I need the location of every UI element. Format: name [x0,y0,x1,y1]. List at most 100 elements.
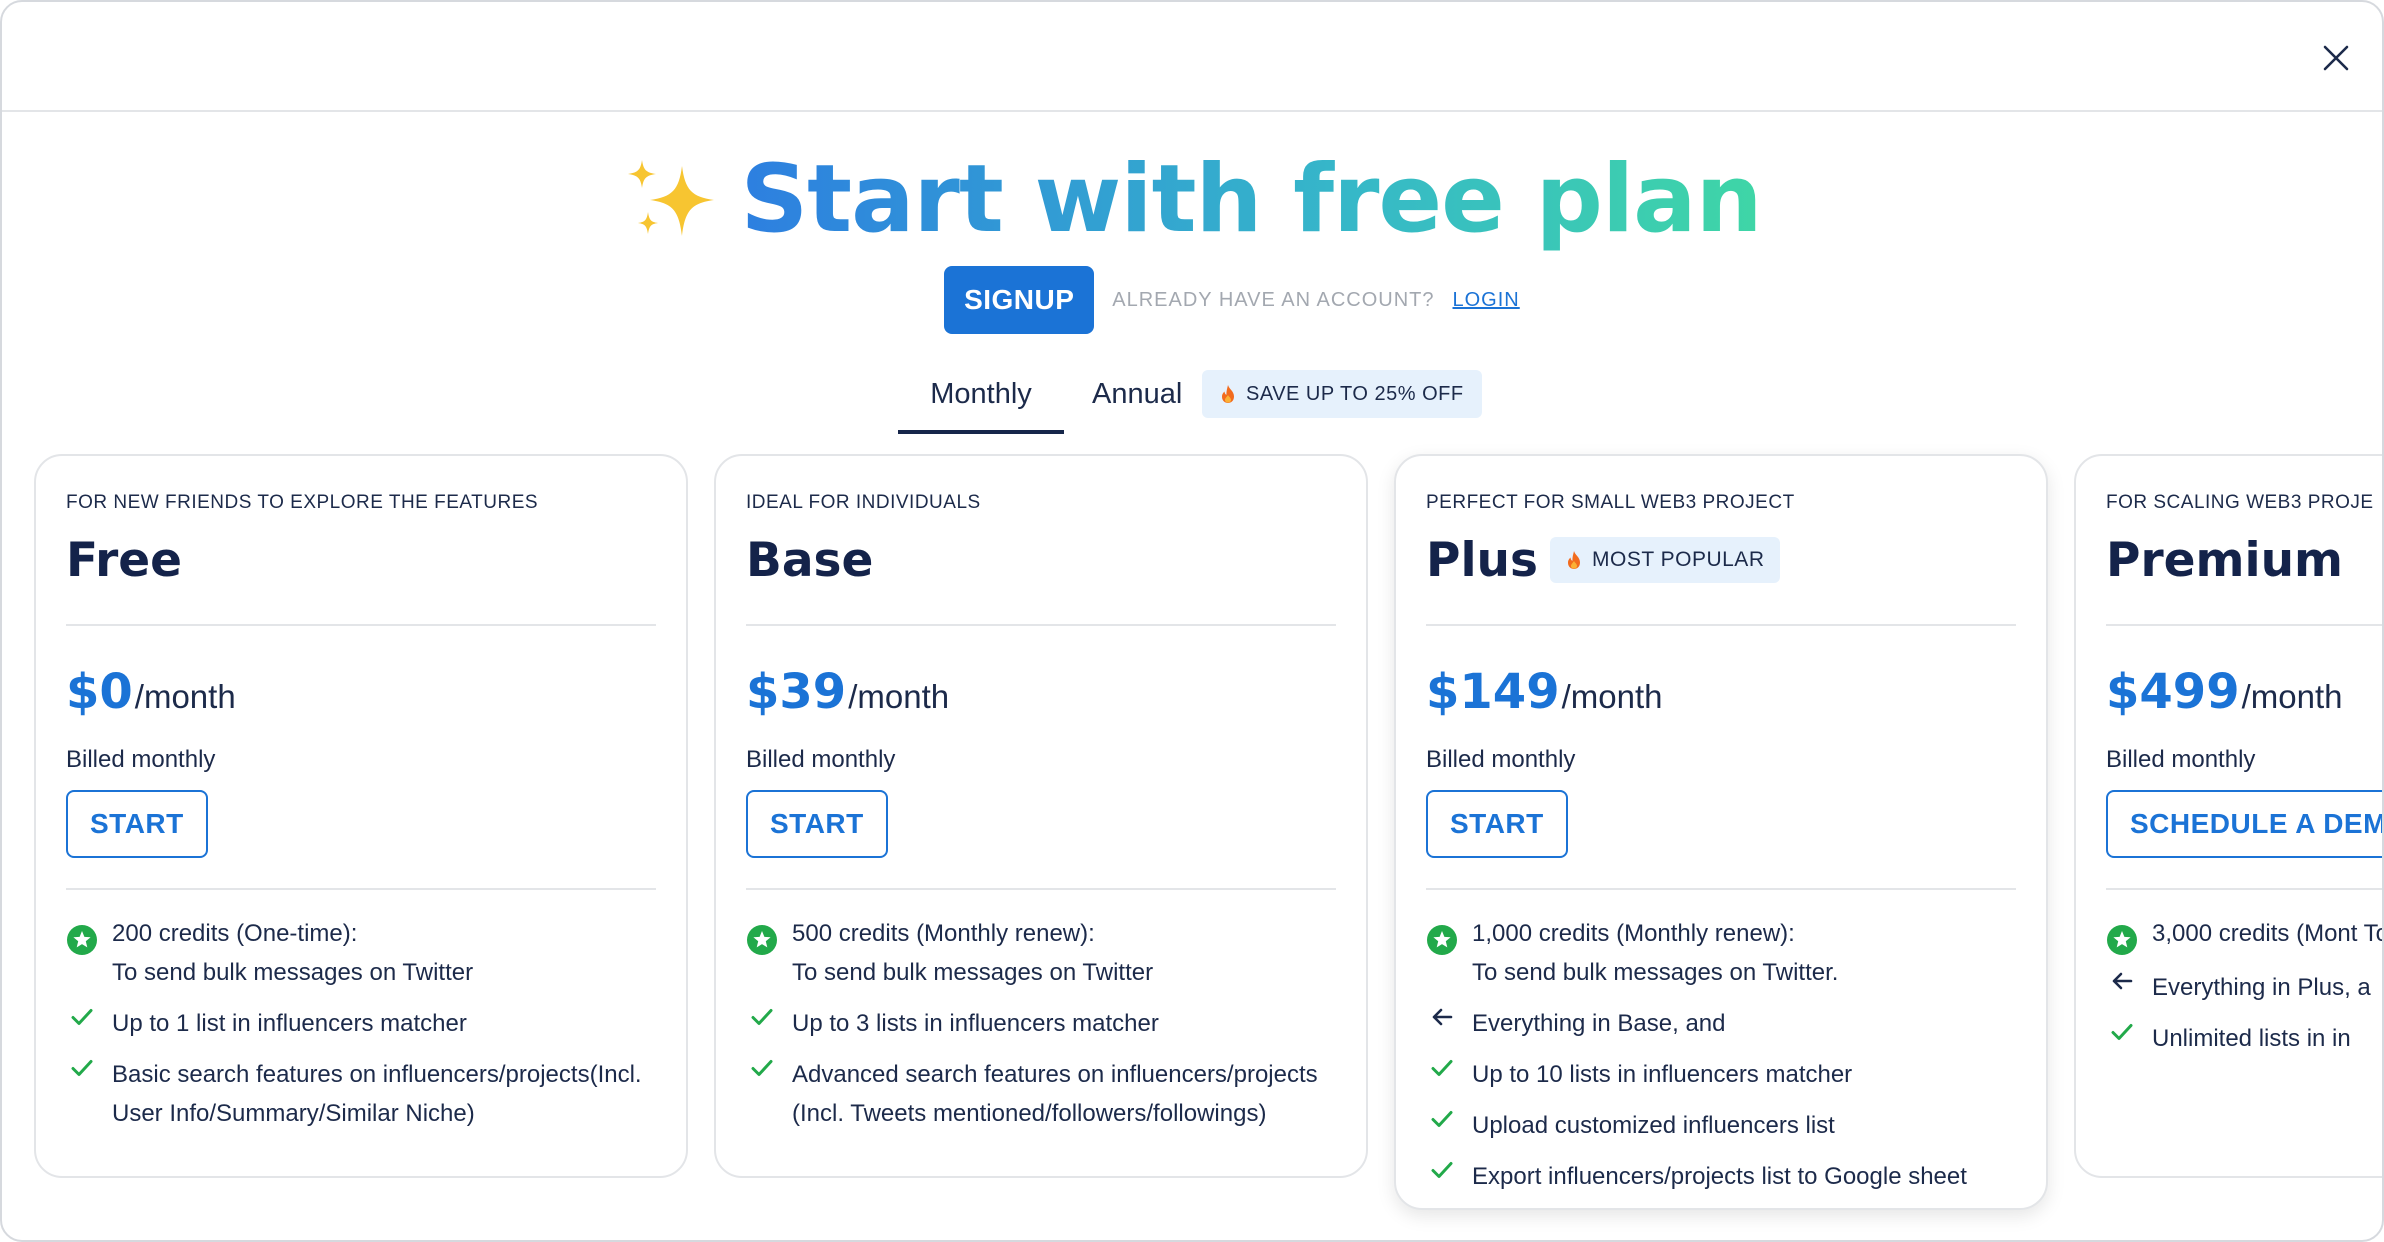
login-link[interactable]: LOGIN [1453,289,1520,312]
plan-subtitle: PERFECT FOR SMALL WEB3 PROJECT [1426,492,1795,513]
check-icon [1426,1106,1458,1128]
plan-subtitle: FOR NEW FRIENDS TO EXPLORE THE FEATURES [66,492,539,513]
feature-item: 3,000 credits (Mont To send bulk messa [2106,914,2382,956]
plan-price: $499 [2106,664,2240,720]
fire-icon [1568,551,1580,569]
start-button-free[interactable]: START [66,790,208,858]
most-popular-badge: MOST POPULAR [1550,537,1781,583]
pricing-modal: Start with free plan SIGNUP ALREADY HAVE… [0,0,2384,1242]
feature-item: 200 credits (One-time): To send bulk mes… [66,914,656,992]
feature-list: 1,000 credits (Monthly renew): To send b… [1426,914,2016,1196]
plan-card-free: FOR NEW FRIENDS TO EXPLORE THE FEATURES … [34,454,688,1178]
billed-text: Billed monthly [66,746,216,773]
feature-text: Upload customized influencers list [1472,1112,1835,1139]
feature-item: Up to 3 lists in influencers matcher [746,1004,1336,1043]
feature-text: Unlimited lists in in [2152,1025,2351,1052]
divider [66,624,656,626]
feature-text: Up to 1 list in influencers matcher [112,1010,467,1037]
schedule-demo-button[interactable]: SCHEDULE A DEM [2106,790,2382,858]
feature-item: Basic search features on influencers/pro… [66,1055,656,1133]
sparkles-icon [628,160,715,236]
feature-text: Advanced search features on influencers/… [792,1061,1318,1127]
start-button-plus[interactable]: START [1426,790,1568,858]
plan-card-plus: PERFECT FOR SMALL WEB3 PROJECT Plus MOST… [1394,454,2048,1210]
plan-name: Free [66,532,183,588]
star-badge-icon [66,914,98,956]
check-icon [2106,1019,2138,1041]
divider [2106,888,2382,890]
plan-name: Plus [1426,532,1538,588]
plan-period: /month [2241,678,2343,715]
tab-annual[interactable]: Annual [1092,364,1182,434]
fire-icon [1222,385,1234,403]
hero: Start with free plan [2,140,2382,270]
close-icon [2323,45,2349,71]
check-icon [746,1004,778,1026]
feature-item: Unlimited lists in in [2106,1019,2382,1058]
plan-price: $39 [746,664,847,720]
tab-monthly[interactable]: Monthly [898,364,1064,434]
feature-item: Upload customized influencers list [1426,1106,2016,1145]
feature-item: 1,000 credits (Monthly renew): To send b… [1426,914,2016,992]
arrow-left-icon [1426,1004,1458,1026]
plan-price: $149 [1426,664,1560,720]
feature-item: Advanced search features on influencers/… [746,1055,1336,1133]
feature-text: 1,000 credits (Monthly renew): To send b… [1472,920,1839,986]
check-icon [746,1055,778,1077]
save-badge: SAVE UP TO 25% OFF [1202,370,1482,418]
start-button-base[interactable]: START [746,790,888,858]
plan-period: /month [134,678,236,715]
feature-item: Up to 10 lists in influencers matcher [1426,1055,2016,1094]
feature-list: 500 credits (Monthly renew): To send bul… [746,914,1336,1133]
feature-text: 3,000 credits (Mont To send bulk messa [2152,920,2382,947]
plan-price: $0 [66,664,133,720]
plan-name: Base [746,532,874,588]
feature-text: Up to 3 lists in influencers matcher [792,1010,1159,1037]
signup-button[interactable]: SIGNUP [944,266,1095,334]
plan-period: /month [1561,678,1663,715]
feature-item: Everything in Base, and [1426,1004,2016,1043]
feature-text: 500 credits (Monthly renew): To send bul… [792,920,1154,986]
star-badge-icon [746,914,778,956]
feature-text: Everything in Plus, a [2152,974,2371,1001]
feature-item: Export influencers/projects list to Goog… [1426,1157,2016,1196]
feature-list: 200 credits (One-time): To send bulk mes… [66,914,656,1133]
feature-text: Up to 10 lists in influencers matcher [1472,1061,1853,1088]
plan-name: Premium [2106,532,2344,588]
plan-subtitle: IDEAL FOR INDIVIDUALS [746,492,981,513]
star-badge-icon [1426,914,1458,956]
feature-list: 3,000 credits (Mont To send bulk messa Ev… [2106,914,2382,1058]
billed-text: Billed monthly [1426,746,1576,773]
billing-period-tabs: Monthly Annual SAVE UP TO 25% OFF [2,364,2382,434]
check-icon [66,1055,98,1077]
billed-text: Billed monthly [2106,746,2256,773]
most-popular-text: MOST POPULAR [1592,548,1765,571]
billed-text: Billed monthly [746,746,896,773]
feature-text: 200 credits (One-time): To send bulk mes… [112,920,474,986]
divider [2106,624,2382,626]
arrow-left-icon [2106,968,2138,990]
check-icon [66,1004,98,1026]
star-badge-icon [2106,914,2138,956]
save-badge-text: SAVE UP TO 25% OFF [1246,382,1464,405]
divider [1426,624,2016,626]
feature-item: 500 credits (Monthly renew): To send bul… [746,914,1336,992]
divider [1426,888,2016,890]
feature-item: Everything in Plus, a [2106,968,2382,1007]
plan-period: /month [848,678,950,715]
check-icon [1426,1055,1458,1077]
already-account-text: ALREADY HAVE AN ACCOUNT? [1112,288,1435,311]
plan-card-base: IDEAL FOR INDIVIDUALS Base $39 /month Bi… [714,454,1368,1178]
feature-text: Export influencers/projects list to Goog… [1472,1163,1967,1190]
feature-text: Basic search features on influencers/pro… [112,1061,642,1127]
check-icon [1426,1157,1458,1179]
signup-row: SIGNUP ALREADY HAVE AN ACCOUNT? LOGIN [2,266,2382,334]
modal-header [2,2,2382,112]
close-button[interactable] [2316,38,2356,78]
divider [746,624,1336,626]
feature-item: Up to 1 list in influencers matcher [66,1004,656,1043]
divider [746,888,1336,890]
plan-subtitle: FOR SCALING WEB3 PROJE [2106,492,2374,513]
page-title: Start with free plan [740,140,1762,260]
divider [66,888,656,890]
